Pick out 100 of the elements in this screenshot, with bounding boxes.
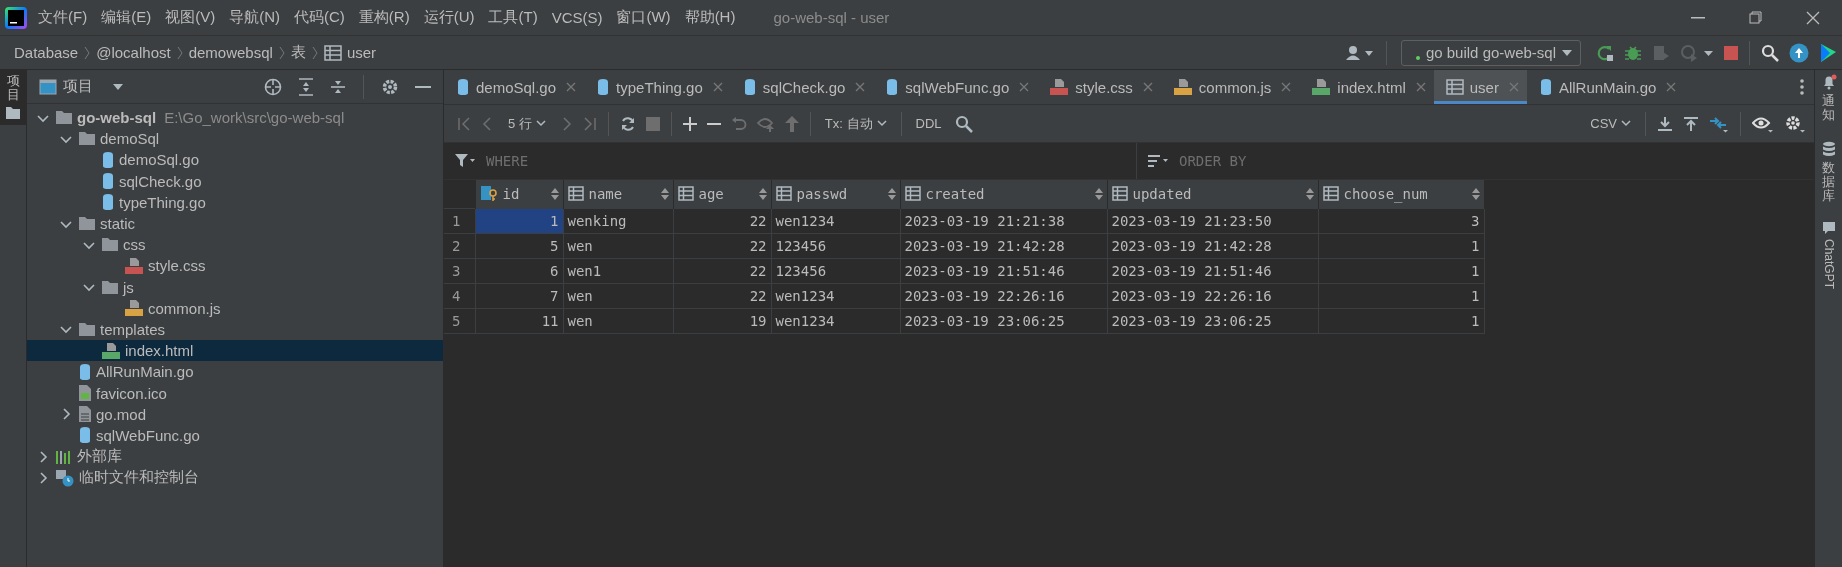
tool-window-tab[interactable]: ChatGPT [1821, 221, 1836, 290]
sort-arrows-icon[interactable] [550, 187, 559, 200]
order-by-field[interactable]: ORDER BY [1177, 152, 1477, 170]
tree-item[interactable]: favicon.ico [27, 382, 443, 404]
sort-icon[interactable] [1148, 154, 1168, 168]
chevron-down-icon[interactable] [876, 120, 887, 127]
column-header[interactable]: updated [1107, 180, 1318, 208]
menu-item[interactable]: 视图(V) [159, 8, 222, 27]
plugin-logo-icon[interactable] [1819, 42, 1837, 63]
menu-item[interactable]: 编辑(E) [95, 8, 158, 27]
tree-item[interactable]: AllRunMain.go [27, 361, 443, 383]
menu-item[interactable]: 运行(U) [417, 8, 481, 27]
editor-tab[interactable]: sqlWebFunc.go [873, 70, 1038, 104]
tree-item[interactable]: style.css [27, 255, 443, 277]
settings-icon[interactable] [381, 77, 399, 96]
editor-tab[interactable]: index.html [1299, 70, 1434, 104]
breadcrumb[interactable]: 表 [290, 43, 306, 62]
search-icon[interactable] [954, 114, 973, 133]
column-header[interactable]: passwd [771, 180, 900, 208]
compare-icon[interactable] [1709, 114, 1729, 133]
dropdown-caret-icon[interactable] [113, 83, 123, 90]
editor-tab[interactable]: style.css [1037, 70, 1161, 104]
run-configuration-dropdown[interactable]: go build go-web-sql [1400, 39, 1581, 66]
tree-item[interactable]: sqlCheck.go [27, 170, 443, 192]
editor-tab[interactable]: demoSql.go [444, 70, 585, 104]
tree-item[interactable]: demoSql.go [27, 149, 443, 171]
tree-item[interactable]: css [27, 234, 443, 256]
search-icon[interactable] [1761, 43, 1779, 62]
project-tool-tab[interactable]: 项目 [0, 70, 26, 125]
restore-icon[interactable] [1749, 11, 1762, 24]
sort-arrows-icon[interactable] [1471, 187, 1480, 200]
tree-item[interactable]: typeThing.go [27, 191, 443, 213]
editor-tab[interactable]: sqlCheck.go [730, 70, 874, 104]
tree-item[interactable]: go.mod [27, 403, 443, 425]
column-header[interactable]: created [900, 180, 1107, 208]
stop-icon[interactable] [1724, 45, 1738, 60]
menu-item[interactable]: 窗口(W) [610, 8, 677, 27]
editor-tab[interactable]: typeThing.go [584, 70, 731, 104]
where-field[interactable]: WHERE [484, 152, 784, 170]
menu-item[interactable]: 重构(R) [352, 8, 416, 27]
rerun-icon[interactable] [1596, 43, 1614, 62]
tree-item[interactable]: common.js [27, 297, 443, 319]
export-format-dropdown[interactable]: CSV [1590, 116, 1631, 131]
ddl-button[interactable]: DDL [915, 116, 942, 131]
editor-tab[interactable]: AllRunMain.go [1526, 70, 1685, 104]
column-header[interactable]: id [475, 180, 563, 208]
sort-arrows-icon[interactable] [887, 187, 896, 200]
tree-item[interactable]: sqlWebFunc.go [27, 424, 443, 446]
tree-item[interactable]: static [27, 212, 443, 235]
tree-item[interactable]: demoSql [27, 128, 443, 150]
minimize-icon[interactable] [1691, 16, 1705, 19]
sort-arrows-icon[interactable] [660, 187, 669, 200]
menu-item[interactable]: VCS(S) [545, 9, 609, 26]
menu-item[interactable]: 导航(N) [223, 8, 286, 27]
column-header[interactable]: choose_num [1318, 180, 1484, 208]
expand-all-icon[interactable] [298, 77, 314, 96]
app-logo[interactable] [5, 6, 27, 29]
tree-item[interactable]: templates [27, 318, 443, 341]
menu-item[interactable]: 工具(T) [482, 8, 544, 27]
chevron-down-icon[interactable] [1621, 120, 1631, 127]
transaction-mode-dropdown[interactable]: Tx: 自动 [824, 114, 887, 133]
menu-item[interactable]: 帮助(H) [678, 8, 742, 27]
row-number: 3 [444, 258, 475, 283]
filter-icon[interactable] [455, 154, 475, 168]
column-header[interactable]: name [563, 180, 673, 208]
profile-caret-icon[interactable] [1680, 43, 1714, 62]
breadcrumb[interactable]: @localhost [96, 44, 171, 61]
breadcrumb[interactable]: user [323, 44, 377, 61]
breadcrumb[interactable]: Database [14, 44, 79, 61]
bug-icon[interactable] [1624, 43, 1642, 62]
menu-item[interactable]: 代码(C) [288, 8, 351, 27]
settings-icon[interactable] [1784, 114, 1806, 133]
tree-item[interactable]: 临时文件和控制台 [27, 467, 443, 489]
column-header[interactable]: age [673, 180, 771, 208]
menu-item[interactable]: 文件(F) [32, 8, 94, 27]
user-caret-icon[interactable] [1344, 44, 1375, 61]
refresh-icon[interactable] [619, 115, 636, 132]
editor-tab[interactable]: user [1433, 70, 1527, 104]
tree-item[interactable]: 外部库 [27, 446, 443, 468]
sort-arrows-icon[interactable] [1094, 187, 1103, 200]
close-icon[interactable] [1806, 10, 1820, 25]
panel-title[interactable]: 项目 [63, 77, 93, 96]
tree-item[interactable]: js [27, 276, 443, 298]
caret-icon[interactable] [1562, 49, 1572, 56]
sort-arrows-icon[interactable] [758, 187, 767, 200]
tool-window-tab[interactable]: 通知 [1820, 74, 1837, 123]
tool-window-tab[interactable]: 数据库 [1821, 140, 1836, 204]
tree-item[interactable]: index.html [27, 340, 443, 362]
folder-icon[interactable] [6, 106, 20, 119]
breadcrumb[interactable]: demowebsql [188, 44, 273, 61]
tree-item[interactable]: go-web-sql E:\Go_work\src\go-web-sql [27, 107, 443, 129]
download-icon[interactable] [1657, 115, 1673, 132]
sort-arrows-icon[interactable] [1305, 187, 1314, 200]
add-row-icon[interactable] [682, 116, 697, 131]
row-count-dropdown[interactable]: 5 行 [508, 114, 546, 133]
locate-icon[interactable] [264, 77, 282, 96]
chevron-down-icon[interactable] [535, 120, 546, 127]
upload-icon[interactable] [1683, 115, 1699, 132]
editor-tab[interactable]: common.js [1160, 70, 1300, 104]
update-icon[interactable] [1789, 42, 1809, 63]
